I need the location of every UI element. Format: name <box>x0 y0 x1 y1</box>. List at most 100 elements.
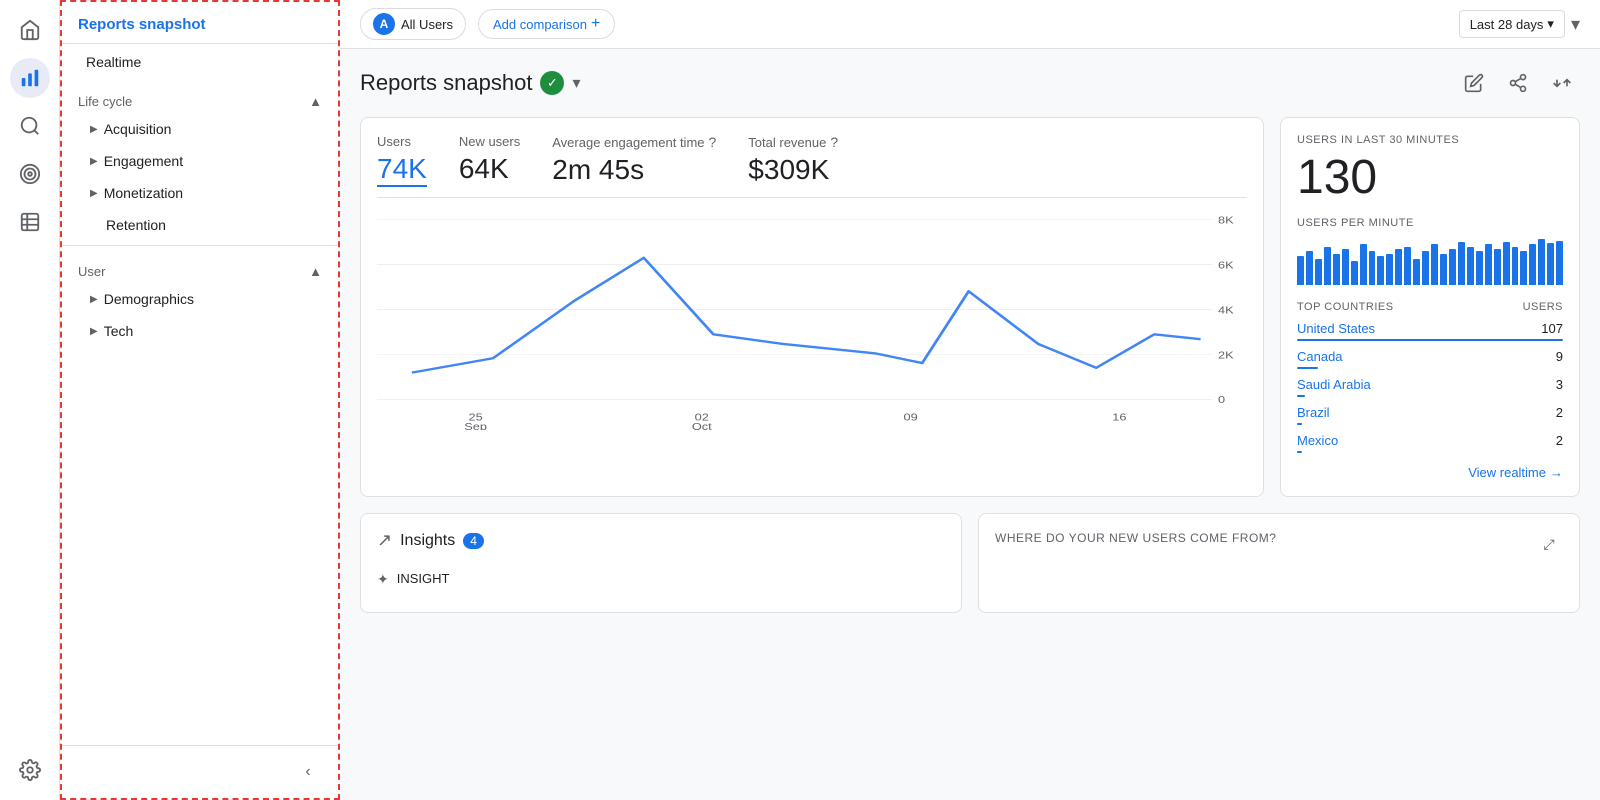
sidebar-item-tech[interactable]: ▶ Tech <box>62 315 338 347</box>
lifecycle-section-header: Life cycle ▲ <box>62 80 338 113</box>
country-row: Saudi Arabia 3 <box>1297 377 1563 397</box>
metric-users-value: 74K <box>377 153 427 187</box>
metric-new-users-label: New users <box>459 134 520 149</box>
country-name: Brazil <box>1297 405 1330 420</box>
home-icon[interactable] <box>10 10 50 50</box>
insights-header: ↗ Insights 4 <box>377 530 945 551</box>
compare-button[interactable] <box>1544 65 1580 101</box>
mini-bar <box>1512 247 1519 285</box>
mini-bar <box>1324 247 1331 285</box>
title-actions <box>1456 65 1580 101</box>
svg-text:Sep: Sep <box>464 421 487 430</box>
avatar: A <box>373 13 395 35</box>
date-range-label: Last 28 days <box>1470 17 1544 32</box>
title-dropdown-icon[interactable]: ▾ <box>572 73 580 93</box>
view-realtime-link[interactable]: View realtime → <box>1297 465 1563 480</box>
topbar: A All Users Add comparison + Last 28 day… <box>340 0 1600 49</box>
mini-bar <box>1351 261 1358 285</box>
mini-bar <box>1333 254 1340 285</box>
insights-badge: 4 <box>463 533 484 549</box>
lifecycle-collapse-icon[interactable]: ▲ <box>309 94 322 109</box>
monetization-chevron: ▶ <box>90 188 98 199</box>
metric-revenue-value: $309K <box>748 154 838 186</box>
main-chart-card: Users 74K New users 64K Average engageme… <box>360 117 1264 497</box>
country-bar <box>1297 395 1305 397</box>
share-button[interactable] <box>1500 65 1536 101</box>
country-users: 3 <box>1556 377 1563 392</box>
metric-revenue: Total revenue ? $309K <box>748 134 838 187</box>
sidebar-item-retention[interactable]: Retention <box>62 209 338 241</box>
lifecycle-label: Life cycle <box>78 94 132 109</box>
title-check-icon: ✓ <box>540 71 564 95</box>
svg-text:0: 0 <box>1218 394 1226 406</box>
user-collapse-icon[interactable]: ▲ <box>309 264 322 279</box>
mini-bar <box>1342 249 1349 285</box>
analytics-icon[interactable] <box>10 58 50 98</box>
metric-engagement-label: Average engagement time ? <box>552 134 716 150</box>
metric-engagement: Average engagement time ? 2m 45s <box>552 134 716 187</box>
target-icon[interactable] <box>10 154 50 194</box>
topbar-dropdown-arrow[interactable]: ▾ <box>1571 14 1580 35</box>
mini-bar <box>1476 251 1483 285</box>
demographics-label: Demographics <box>104 291 194 307</box>
insights-title: Insights <box>400 532 455 550</box>
mini-bar <box>1386 254 1393 285</box>
insights-card: ↗ Insights 4 ✦ INSIGHT <box>360 513 962 613</box>
add-comparison-label: Add comparison <box>493 17 587 32</box>
sidebar-item-acquisition[interactable]: ▶ Acquisition <box>62 113 338 145</box>
edit-button[interactable] <box>1456 65 1492 101</box>
mini-bar <box>1360 244 1367 285</box>
metric-revenue-label: Total revenue ? <box>748 134 838 150</box>
topbar-left: A All Users Add comparison + <box>360 8 615 40</box>
sidebar-item-realtime[interactable]: Realtime <box>62 44 338 80</box>
country-name: Mexico <box>1297 433 1338 448</box>
table-icon[interactable] <box>10 202 50 242</box>
sidebar-item-monetization[interactable]: ▶ Monetization <box>62 177 338 209</box>
country-name: Saudi Arabia <box>1297 377 1371 392</box>
svg-text:6K: 6K <box>1218 259 1234 271</box>
country-row: Mexico 2 <box>1297 433 1563 453</box>
country-row: Canada 9 <box>1297 349 1563 369</box>
realtime-users-label: USERS IN LAST 30 MINUTES <box>1297 134 1563 146</box>
svg-text:16: 16 <box>1112 411 1126 423</box>
date-range-dropdown-icon: ▾ <box>1547 16 1554 32</box>
sidebar-title[interactable]: Reports snapshot <box>62 2 338 44</box>
mini-bar <box>1449 249 1456 285</box>
mini-bar <box>1377 256 1384 285</box>
mini-bar <box>1297 256 1304 285</box>
mini-bar <box>1315 259 1322 285</box>
mini-bar <box>1306 251 1313 285</box>
all-users-chip[interactable]: A All Users <box>360 8 466 40</box>
add-icon: + <box>591 15 600 33</box>
metric-users: Users 74K <box>377 134 427 187</box>
country-bar <box>1297 367 1318 369</box>
expand-icon[interactable]: ⤢ <box>1535 530 1563 558</box>
page-title-row: Reports snapshot ✓ ▾ <box>360 65 1580 101</box>
user-label: User <box>78 264 105 279</box>
realtime-card: USERS IN LAST 30 MINUTES 130 USERS PER M… <box>1280 117 1580 497</box>
engagement-help-icon[interactable]: ? <box>709 134 717 150</box>
icon-bar <box>0 0 60 800</box>
country-bar <box>1297 451 1302 453</box>
svg-text:Oct: Oct <box>692 421 713 430</box>
settings-icon[interactable] <box>10 750 50 790</box>
sidebar-item-engagement[interactable]: ▶ Engagement <box>62 145 338 177</box>
search-icon[interactable] <box>10 106 50 146</box>
metrics-row: Users 74K New users 64K Average engageme… <box>377 134 1247 198</box>
date-range-selector[interactable]: Last 28 days ▾ <box>1459 10 1565 38</box>
metric-engagement-value: 2m 45s <box>552 154 716 186</box>
chart-container: 8K 6K 4K 2K 0 25 Sep 02 Oct 09 16 <box>377 210 1247 430</box>
page-title: Reports snapshot ✓ ▾ <box>360 70 580 96</box>
engagement-label: Engagement <box>104 153 183 169</box>
mini-bar <box>1467 247 1474 285</box>
revenue-help-icon[interactable]: ? <box>830 134 838 150</box>
mini-bar <box>1547 243 1554 285</box>
country-bar <box>1297 423 1302 425</box>
country-users: 9 <box>1556 349 1563 364</box>
mini-bar <box>1529 244 1536 285</box>
add-comparison-button[interactable]: Add comparison + <box>478 9 615 39</box>
monetization-label: Monetization <box>104 185 183 201</box>
collapse-button[interactable]: ‹ <box>294 758 322 786</box>
sidebar-item-demographics[interactable]: ▶ Demographics <box>62 283 338 315</box>
mini-bar <box>1538 239 1545 285</box>
